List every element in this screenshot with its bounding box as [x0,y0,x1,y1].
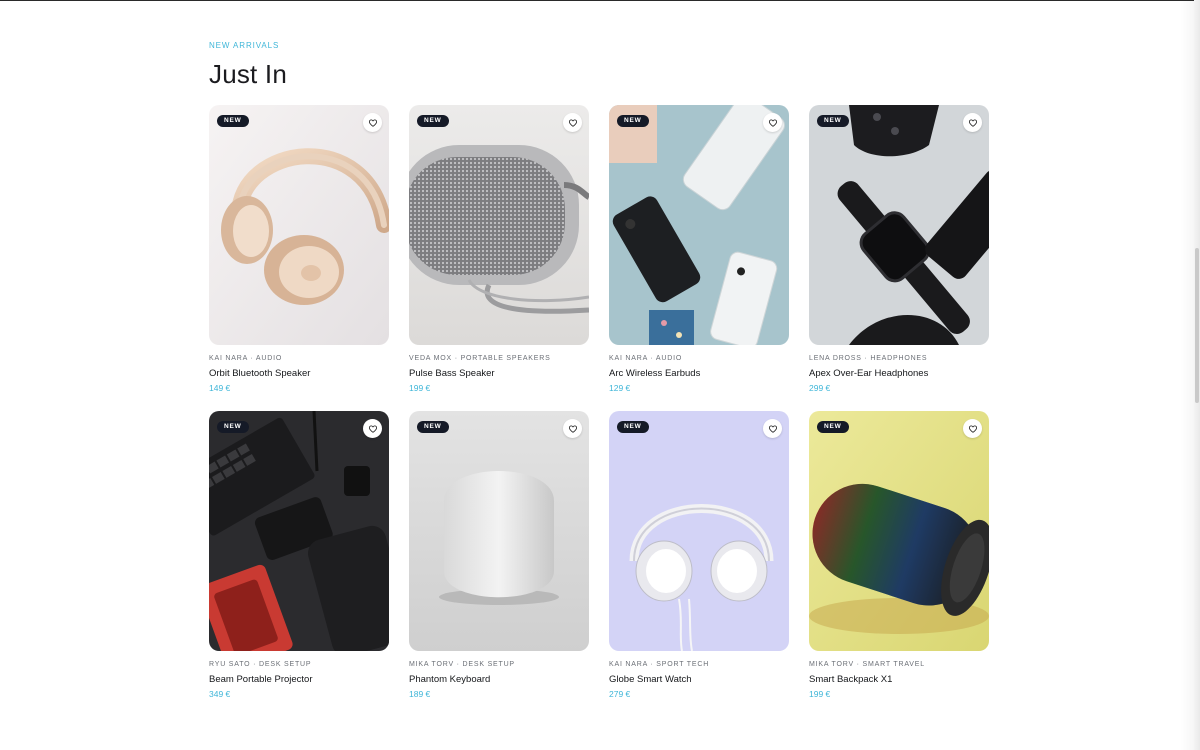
favorite-button[interactable] [963,419,982,438]
product-meta: KAI NARA · AUDIO [609,355,683,362]
favorite-button[interactable] [763,419,782,438]
new-badge: NEW [617,115,649,127]
favorite-button[interactable] [963,113,982,132]
product-image[interactable]: NEW [209,411,389,651]
product-price: 349 € [209,689,231,699]
product-price: 199 € [409,383,431,393]
scrollbar-thumb[interactable] [1195,248,1199,403]
product-card[interactable]: NEW LENA DROSS · HEADPHONES Apex Over-Ea… [809,105,989,411]
product-price: 299 € [809,383,831,393]
heart-icon [768,118,777,127]
product-card[interactable]: NEW RYU SATO · DESK SETUP Beam Portable … [209,411,389,717]
product-grid: NEW KAI NARA · AUDIO Orbit Bluetooth Spe… [209,105,989,717]
heart-icon [368,118,377,127]
new-badge: NEW [417,115,449,127]
product-name[interactable]: Beam Portable Projector [209,674,389,686]
phones-photo [609,105,789,345]
product-name[interactable]: Orbit Bluetooth Speaker [209,368,389,380]
new-badge: NEW [417,421,449,433]
page-edge-shadow [1180,0,1194,750]
product-meta: RYU SATO · DESK SETUP [209,661,312,668]
favorite-button[interactable] [363,113,382,132]
section-title: Just In [209,59,287,89]
favorite-button[interactable] [763,113,782,132]
product-name[interactable]: Pulse Bass Speaker [409,368,589,380]
top-border [0,0,1200,1]
product-image[interactable]: NEW [609,105,789,345]
product-card[interactable]: NEW KAI NARA · AUDIO Arc Wireless Earbud… [609,105,789,411]
product-meta: MIKA TORV · DESK SETUP [409,661,515,668]
heart-icon [368,424,377,433]
scrollbar[interactable] [1194,0,1200,750]
heart-icon [968,118,977,127]
product-price: 279 € [609,689,631,699]
product-card[interactable]: NEW KAI NARA · AUDIO Orbit Bluetooth Spe… [209,105,389,411]
product-card[interactable]: NEW KAI NARA · SPORT TECH Globe Smart Wa… [609,411,789,717]
heart-icon [568,118,577,127]
headphones-photo [209,105,389,345]
product-card[interactable]: NEW MIKA TORV · DESK SETUP Phantom Keybo… [409,411,589,717]
new-arrivals-section: NEW ARRIVALS Just In NEW KAI NARA · AUDI… [209,40,989,699]
product-card[interactable]: NEW MIKA TORV · SMART TRAVEL Smart Backp… [809,411,989,717]
smart-speaker-photo [409,411,589,651]
product-meta: VEDA MOX · PORTABLE SPEAKERS [409,355,551,362]
product-card[interactable]: NEW VEDA MOX · PORTABLE SPEAKERS Pulse B… [409,105,589,411]
favorite-button[interactable] [363,419,382,438]
heart-icon [768,424,777,433]
product-meta: LENA DROSS · HEADPHONES [809,355,928,362]
product-image[interactable]: NEW [809,105,989,345]
product-price: 149 € [209,383,231,393]
product-image[interactable]: NEW [409,105,589,345]
heart-icon [968,424,977,433]
new-badge: NEW [217,115,249,127]
product-image[interactable]: NEW [409,411,589,651]
desk-gadgets-photo [209,411,389,651]
cylinder-speaker-photo [809,411,989,651]
product-image[interactable]: NEW [209,105,389,345]
product-name[interactable]: Phantom Keyboard [409,674,589,686]
product-image[interactable]: NEW [809,411,989,651]
product-image[interactable]: NEW [609,411,789,651]
product-meta: KAI NARA · AUDIO [209,355,283,362]
product-meta: KAI NARA · SPORT TECH [609,661,710,668]
favorite-button[interactable] [563,113,582,132]
new-badge: NEW [217,421,249,433]
product-price: 129 € [609,383,631,393]
white-headphones-photo [609,411,789,651]
favorite-button[interactable] [563,419,582,438]
smartwatch-photo [809,105,989,345]
new-badge: NEW [617,421,649,433]
product-price: 189 € [409,689,431,699]
product-name[interactable]: Apex Over-Ear Headphones [809,368,989,380]
speaker-photo [409,105,589,345]
new-badge: NEW [817,421,849,433]
product-price: 199 € [809,689,831,699]
new-badge: NEW [817,115,849,127]
product-name[interactable]: Arc Wireless Earbuds [609,368,789,380]
product-name[interactable]: Smart Backpack X1 [809,674,989,686]
product-meta: MIKA TORV · SMART TRAVEL [809,661,925,668]
section-eyebrow: NEW ARRIVALS [209,41,280,50]
heart-icon [568,424,577,433]
product-name[interactable]: Globe Smart Watch [609,674,789,686]
